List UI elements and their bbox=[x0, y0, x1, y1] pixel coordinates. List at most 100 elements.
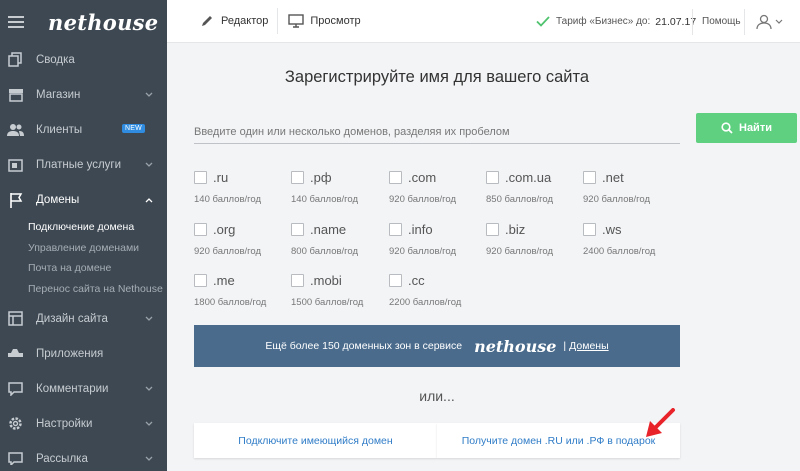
puzzle-icon bbox=[7, 345, 24, 362]
sidebar-item-settings[interactable]: Настройки bbox=[0, 406, 167, 441]
domain-checkbox[interactable] bbox=[291, 223, 304, 236]
sidebar-item-mailing[interactable]: Рассылка bbox=[0, 441, 167, 471]
domain-checkbox[interactable] bbox=[291, 171, 304, 184]
domain-zone: .рф bbox=[310, 170, 332, 185]
promo-logo: nethouse bbox=[474, 336, 557, 356]
sidebar-item-label: Приложения bbox=[36, 347, 104, 360]
sidebar-item-clients[interactable]: Клиенты NEW bbox=[0, 112, 167, 147]
sidebar-item-comments[interactable]: Комментарии bbox=[0, 371, 167, 406]
sidebar-item-domains[interactable]: Домены bbox=[0, 182, 167, 217]
preview-button[interactable]: Просмотр bbox=[288, 14, 361, 28]
subnav-connect-domain[interactable]: Подключение домена bbox=[28, 217, 167, 238]
domain-checkbox[interactable] bbox=[194, 223, 207, 236]
mail-icon bbox=[7, 450, 24, 467]
copy-icon bbox=[7, 51, 24, 68]
promo-domains-link[interactable]: Домены bbox=[569, 340, 608, 352]
topbar-divider bbox=[277, 8, 279, 34]
domain-zone: .com.ua bbox=[505, 170, 552, 185]
promo-banner: Ещё более 150 доменных зон в сервисе net… bbox=[194, 325, 680, 367]
users-icon bbox=[7, 121, 24, 138]
tariff-date: 21.07.17 bbox=[655, 15, 697, 28]
domain-option-cc[interactable]: .cc 2200 баллов/год bbox=[389, 273, 484, 313]
domain-option-info[interactable]: .info 920 баллов/год bbox=[389, 222, 484, 262]
domain-checkbox[interactable] bbox=[389, 171, 402, 184]
store-icon bbox=[7, 86, 24, 103]
domain-checkbox[interactable] bbox=[389, 223, 402, 236]
editor-button[interactable]: Редактор bbox=[200, 14, 268, 28]
domain-checkbox[interactable] bbox=[194, 171, 207, 184]
domain-checkbox[interactable] bbox=[583, 171, 596, 184]
chevron-down-icon bbox=[145, 418, 153, 430]
sidebar-item-store[interactable]: Магазин bbox=[0, 77, 167, 112]
sidebar: nethouse Сводка Магазин Клиенты NEW Плат… bbox=[0, 0, 167, 471]
new-badge: NEW bbox=[122, 124, 145, 133]
domain-price: 1500 баллов/год bbox=[291, 297, 364, 308]
user-menu[interactable] bbox=[756, 0, 783, 43]
subnav-manage-domains[interactable]: Управление доменами bbox=[28, 238, 167, 259]
annotation-arrow-icon bbox=[646, 408, 675, 437]
sidebar-item-label: Сводка bbox=[36, 53, 75, 66]
domain-price: 1800 баллов/год bbox=[194, 297, 267, 308]
domain-option-biz[interactable]: .biz 920 баллов/год bbox=[486, 222, 581, 262]
comment-icon bbox=[7, 380, 24, 397]
subnav-transfer-site[interactable]: Перенос сайта на Nethouse bbox=[28, 279, 167, 300]
chevron-down-icon bbox=[145, 453, 153, 465]
find-button[interactable]: Найти bbox=[696, 113, 797, 143]
domain-price: 2400 баллов/год bbox=[583, 246, 656, 257]
domain-option-name[interactable]: .name 800 баллов/год bbox=[291, 222, 386, 262]
sidebar-item-design[interactable]: Дизайн сайта bbox=[0, 301, 167, 336]
domain-price: 800 баллов/год bbox=[291, 246, 359, 257]
domain-option-com-ua[interactable]: .com.ua 850 баллов/год bbox=[486, 170, 581, 210]
sidebar-item-label: Дизайн сайта bbox=[36, 312, 108, 325]
sidebar-item-label: Рассылка bbox=[36, 452, 88, 465]
layout-icon bbox=[7, 310, 24, 327]
domain-option-me[interactable]: .me 1800 баллов/год bbox=[194, 273, 289, 313]
sidebar-item-label: Платные услуги bbox=[36, 158, 122, 171]
domain-search-input[interactable] bbox=[194, 120, 680, 144]
domain-option-mobi[interactable]: .mobi 1500 баллов/год bbox=[291, 273, 386, 313]
domain-checkbox[interactable] bbox=[583, 223, 596, 236]
domain-option-ws[interactable]: .ws 2400 баллов/год bbox=[583, 222, 678, 262]
sidebar-item-label: Домены bbox=[36, 193, 80, 206]
connect-existing-domain-button[interactable]: Подключите имеющийся домен bbox=[194, 423, 437, 458]
nethouse-logo[interactable]: nethouse bbox=[48, 10, 158, 35]
domain-price: 920 баллов/год bbox=[583, 194, 651, 205]
menu-icon[interactable] bbox=[8, 16, 24, 28]
sidebar-header: nethouse bbox=[0, 0, 167, 44]
sidebar-item-label: Комментарии bbox=[36, 382, 109, 395]
domain-checkbox[interactable] bbox=[486, 223, 499, 236]
chevron-down-icon bbox=[145, 159, 153, 171]
domain-zone: .net bbox=[602, 170, 624, 185]
sidebar-item-paid-services[interactable]: Платные услуги bbox=[0, 147, 167, 182]
domain-price: 920 баллов/год bbox=[194, 246, 262, 257]
sidebar-item-summary[interactable]: Сводка bbox=[0, 42, 167, 77]
domain-zone: .info bbox=[408, 222, 433, 237]
sidebar-item-label: Магазин bbox=[36, 88, 81, 101]
domain-option-rf[interactable]: .рф 140 баллов/год bbox=[291, 170, 386, 210]
domain-option-com[interactable]: .com 920 баллов/год bbox=[389, 170, 484, 210]
help-link[interactable]: Помощь bbox=[702, 0, 741, 43]
domain-price: 850 баллов/год bbox=[486, 194, 554, 205]
domain-zone: .org bbox=[213, 222, 236, 237]
domain-checkbox[interactable] bbox=[194, 274, 207, 287]
domain-checkbox[interactable] bbox=[389, 274, 402, 287]
domain-zone: .ru bbox=[213, 170, 229, 185]
monitor-icon bbox=[288, 14, 305, 28]
domains-submenu: Подключение домена Управление доменами П… bbox=[0, 217, 167, 301]
sidebar-item-apps[interactable]: Приложения bbox=[0, 336, 167, 371]
domain-zone: .mobi bbox=[310, 273, 342, 288]
domain-checkbox[interactable] bbox=[486, 171, 499, 184]
tariff-info[interactable]: Тариф «Бизнес» до: 21.07.17 bbox=[536, 0, 696, 43]
domain-option-ru[interactable]: .ru 140 баллов/год bbox=[194, 170, 289, 210]
chevron-up-icon bbox=[145, 194, 153, 206]
domain-checkbox[interactable] bbox=[291, 274, 304, 287]
subnav-domain-mail[interactable]: Почта на домене bbox=[28, 258, 167, 279]
domain-option-org[interactable]: .org 920 баллов/год bbox=[194, 222, 289, 262]
sidebar-item-label: Клиенты bbox=[36, 123, 83, 136]
gear-icon bbox=[7, 415, 24, 432]
domain-option-net[interactable]: .net 920 баллов/год bbox=[583, 170, 678, 210]
editor-label: Редактор bbox=[221, 15, 269, 27]
chevron-down-icon bbox=[775, 19, 783, 24]
promo-divider: | bbox=[563, 340, 567, 352]
domain-zone: .biz bbox=[505, 222, 526, 237]
